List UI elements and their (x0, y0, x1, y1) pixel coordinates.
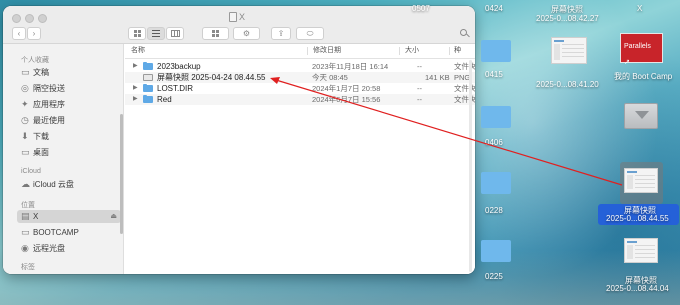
arrowhead (270, 77, 280, 84)
arrow-line (275, 79, 623, 186)
annotation-arrow (270, 77, 623, 186)
